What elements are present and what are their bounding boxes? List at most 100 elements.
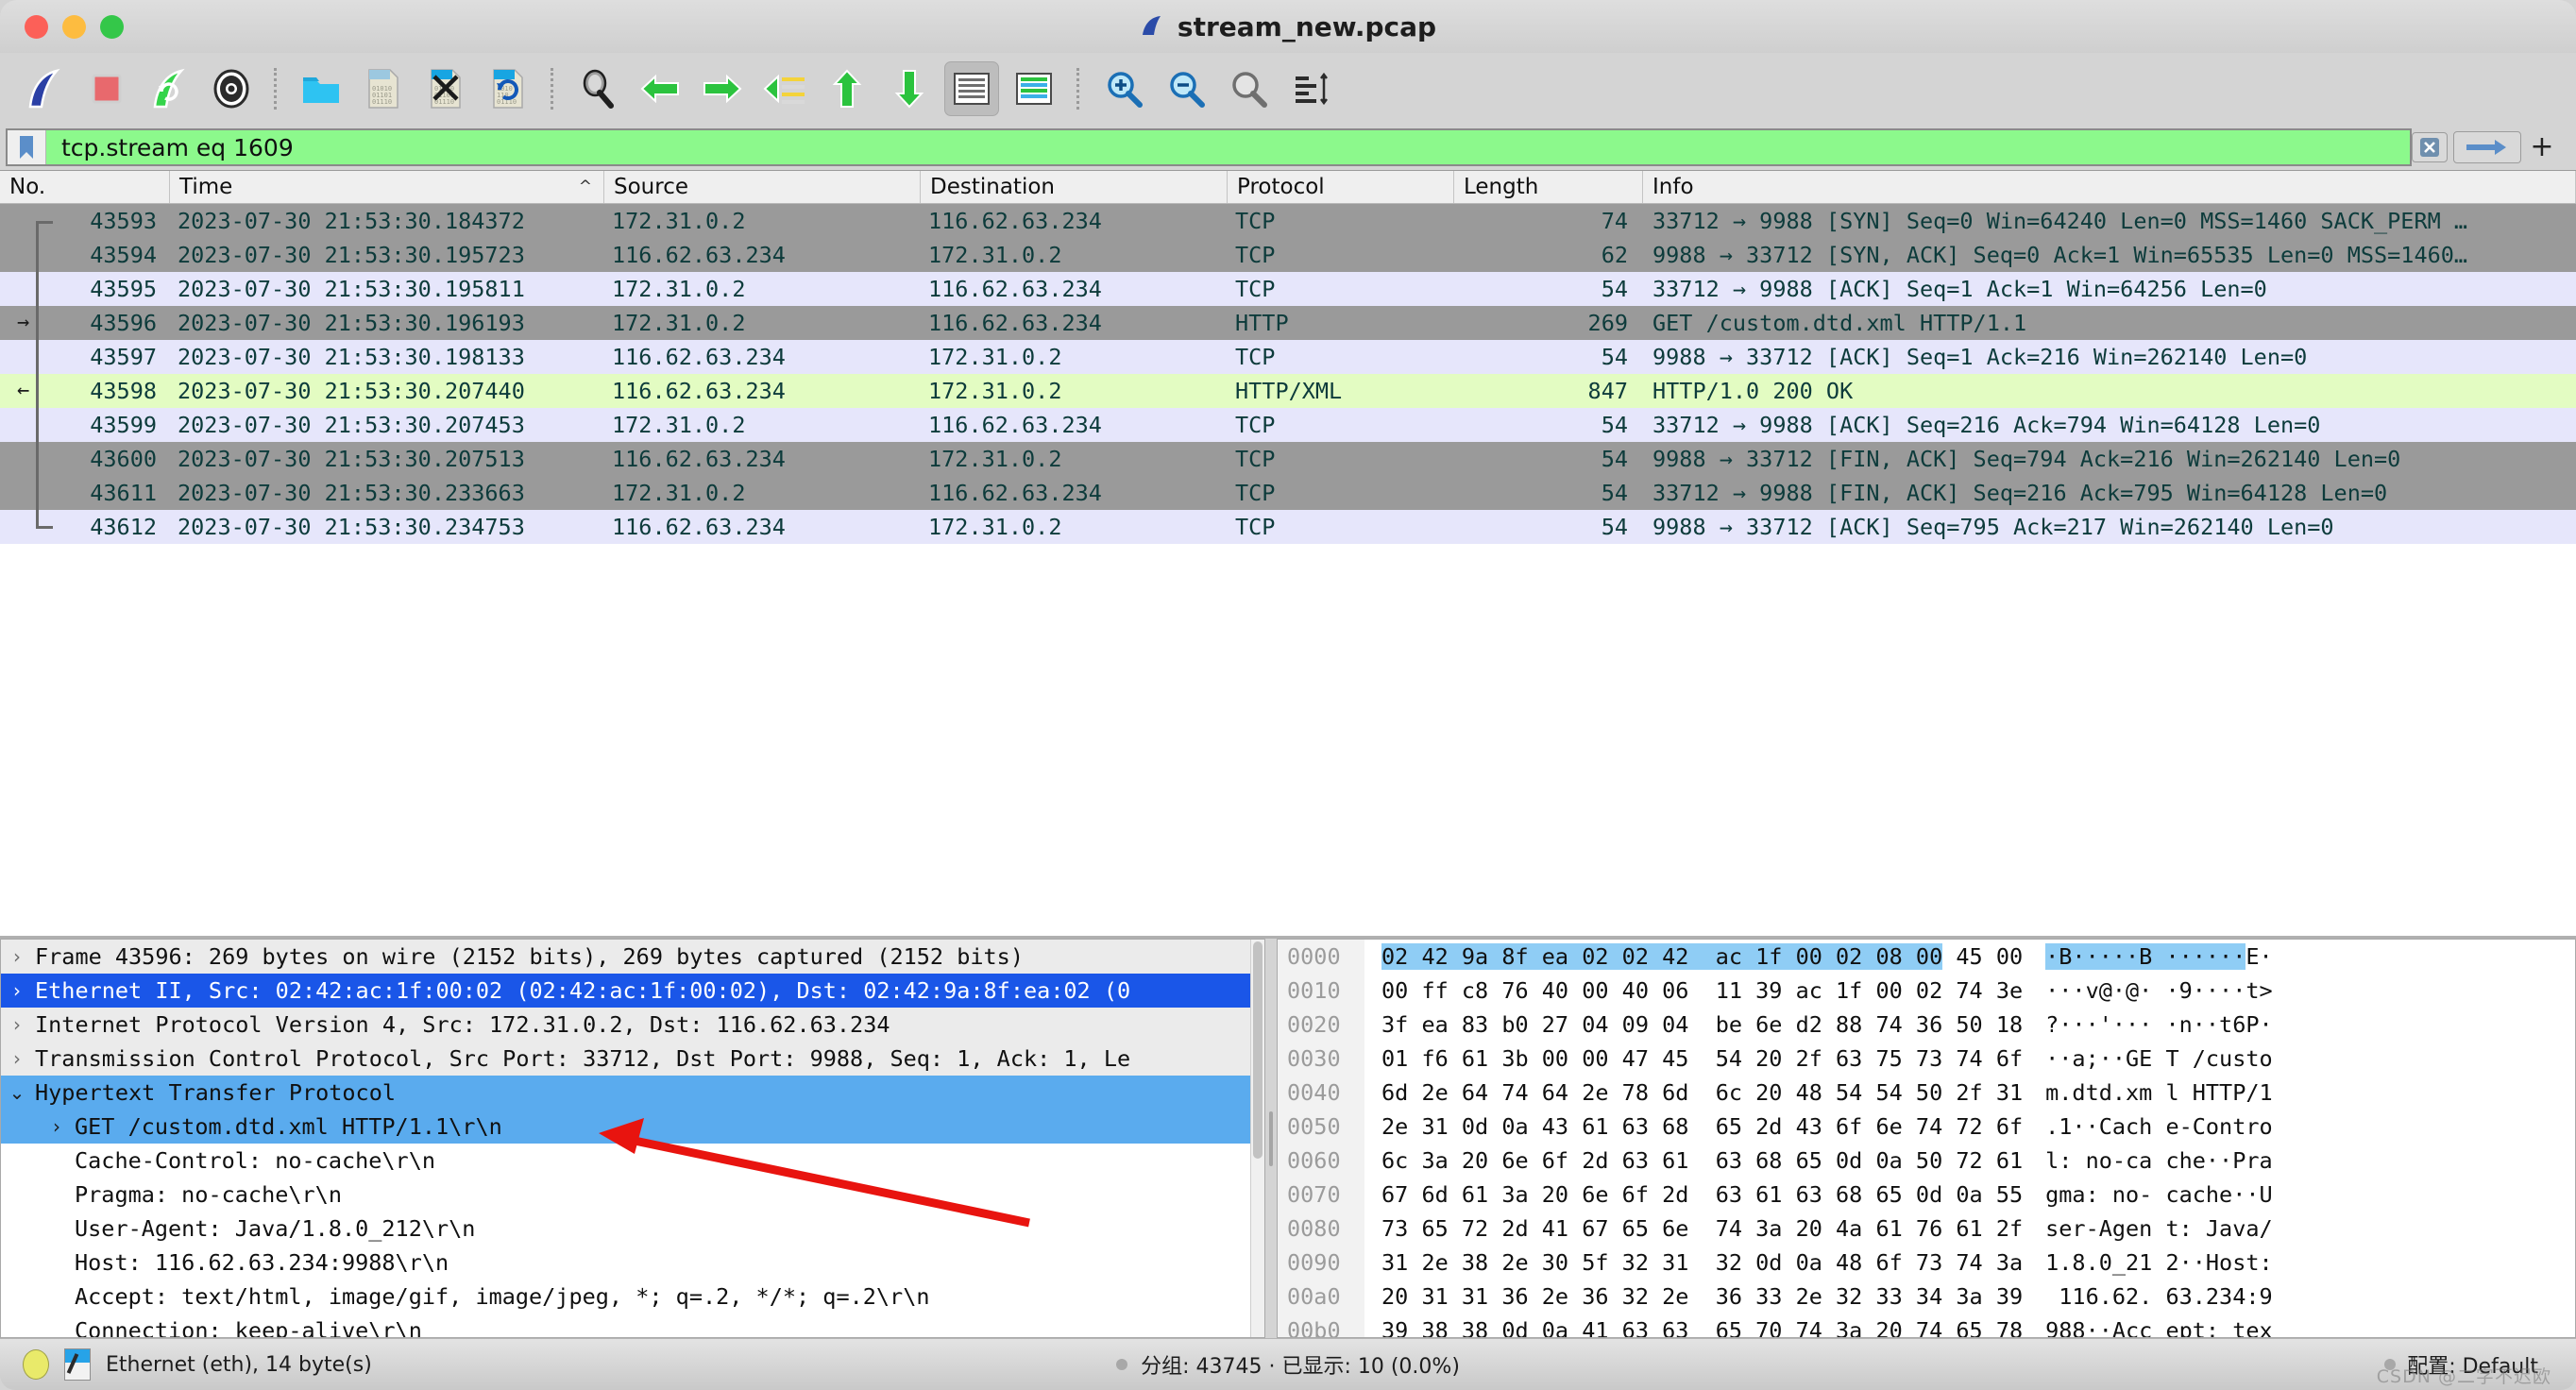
filter-buttons[interactable]: + [2412, 131, 2570, 163]
table-row[interactable]: 43597 2023-07-30 21:53:30.198133 116.62.63… [0, 340, 2576, 374]
detail-tree-item[interactable]: Connection: keep-alive\r\n [1, 1314, 1264, 1337]
expert-info-icon[interactable] [23, 1349, 49, 1380]
hex-dump-row[interactable]: 0080 73 65 72 2d 41 67 65 6e 74 3a 20 4a … [1278, 1212, 2575, 1246]
detail-tree-item[interactable]: › Transmission Control Protocol, Src Port… [1, 1042, 1264, 1076]
chevron-right-icon[interactable]: › [1, 940, 33, 974]
detail-tree-item[interactable]: › GET /custom.dtd.xml HTTP/1.1\r\n [1, 1110, 1264, 1144]
column-header-time[interactable]: Time ^ [170, 171, 604, 203]
detail-scrollbar-thumb[interactable] [1253, 941, 1263, 1159]
packet-list-pane[interactable]: No. Time ^ Source Destination Protocol Le… [0, 170, 2576, 936]
table-row[interactable]: 43596 2023-07-30 21:53:30.196193 172.31.0.… [0, 306, 2576, 340]
zoom-reset-button[interactable] [1217, 59, 1280, 118]
chevron-right-icon[interactable]: › [41, 1110, 73, 1144]
cell-src: 172.31.0.2 [612, 412, 746, 438]
splitter-grip[interactable] [1269, 1110, 1273, 1166]
chevron-right-icon[interactable]: › [1, 974, 33, 1008]
close-file-button[interactable]: 01010 01101 01110 [415, 59, 477, 118]
minimize-button[interactable] [62, 14, 86, 39]
zoom-button[interactable] [100, 14, 124, 39]
display-filter-bar[interactable]: tcp.stream eq 1609 + [0, 125, 2576, 170]
go-to-packet-button[interactable] [754, 59, 816, 118]
packet-details-pane[interactable]: › Frame 43596: 269 bytes on wire (2152 bi… [0, 939, 1265, 1338]
table-row[interactable]: 43593 2023-07-30 21:53:30.184372 172.31.0.… [0, 204, 2576, 238]
table-row[interactable]: 43595 2023-07-30 21:53:30.195811 172.31.0.… [0, 272, 2576, 306]
table-row[interactable]: 43594 2023-07-30 21:53:30.195723 116.62.63… [0, 238, 2576, 272]
open-file-button[interactable] [290, 59, 352, 118]
chevron-right-icon[interactable]: › [1, 1008, 33, 1042]
table-row[interactable]: 43611 2023-07-30 21:53:30.233663 172.31.0.… [0, 476, 2576, 510]
hex-dump-row[interactable]: 0060 6c 3a 20 6e 6f 2d 63 61 63 68 65 0d … [1278, 1144, 2575, 1178]
detail-tree-item[interactable]: › Ethernet II, Src: 02:42:ac:1f:00:02 (02… [1, 974, 1264, 1008]
packet-list-rows[interactable]: 43593 2023-07-30 21:53:30.184372 172.31.0.… [0, 204, 2576, 936]
hex-dump-row[interactable]: 0000 02 42 9a 8f ea 02 02 42 ac 1f 00 02 … [1278, 940, 2575, 974]
column-header-length[interactable]: Length [1454, 171, 1643, 203]
main-toolbar[interactable]: 01010 01101 01110 01010 01101 01110 1010… [0, 53, 2576, 125]
go-to-first-button[interactable] [816, 59, 878, 118]
clear-filter-button[interactable] [2412, 132, 2448, 162]
column-header-protocol[interactable]: Protocol [1228, 171, 1454, 203]
zoom-out-button[interactable] [1155, 59, 1217, 118]
hex-dump-row[interactable]: 0030 01 f6 61 3b 00 00 47 45 54 20 2f 63 … [1278, 1042, 2575, 1076]
detail-tree-item[interactable]: › Internet Protocol Version 4, Src: 172.3… [1, 1008, 1264, 1042]
start-capture-button[interactable] [13, 59, 76, 118]
window-controls[interactable] [25, 14, 124, 39]
toolbar-separator [274, 68, 279, 110]
hex-offset: 0000 [1278, 940, 1364, 974]
cell-dst: 172.31.0.2 [928, 378, 1062, 404]
find-packet-button[interactable] [567, 59, 629, 118]
filter-input-wrapper[interactable]: tcp.stream eq 1609 [6, 128, 2412, 166]
reload-file-button[interactable]: 1010 110 01110 [477, 59, 539, 118]
packet-list-header[interactable]: No. Time ^ Source Destination Protocol Le… [0, 171, 2576, 204]
capture-file-properties-icon[interactable] [64, 1348, 91, 1381]
go-back-button[interactable] [629, 59, 691, 118]
detail-tree-item[interactable]: Host: 116.62.63.234:9988\r\n [1, 1246, 1264, 1280]
hex-dump-row[interactable]: 0040 6d 2e 64 74 64 2e 78 6d 6c 20 48 54 … [1278, 1076, 2575, 1110]
table-row[interactable]: 43599 2023-07-30 21:53:30.207453 172.31.0.… [0, 408, 2576, 442]
column-header-source[interactable]: Source [604, 171, 921, 203]
detail-tree-item[interactable]: ⌄ Hypertext Transfer Protocol [1, 1076, 1264, 1110]
zoom-in-button[interactable] [1093, 59, 1155, 118]
hex-dump-row[interactable]: 00b0 39 38 38 0d 0a 41 63 63 65 70 74 3a … [1278, 1314, 2575, 1337]
packet-detail-tree[interactable]: › Frame 43596: 269 bytes on wire (2152 bi… [1, 940, 1264, 1337]
go-forward-button[interactable] [691, 59, 754, 118]
detail-tree-item[interactable]: User-Agent: Java/1.8.0_212\r\n [1, 1212, 1264, 1246]
save-file-button[interactable]: 01010 01101 01110 [352, 59, 415, 118]
stop-capture-button[interactable] [76, 59, 138, 118]
colorize-button[interactable] [1003, 59, 1065, 118]
detail-scrollbar[interactable] [1250, 940, 1264, 1337]
cell-src: 172.31.0.2 [612, 208, 746, 234]
chevron-down-icon[interactable]: ⌄ [1, 1076, 33, 1110]
hex-dump-row[interactable]: 0070 67 6d 61 3a 20 6e 6f 2d 63 61 63 68 … [1278, 1178, 2575, 1212]
svg-text:01110: 01110 [434, 98, 454, 106]
packet-bytes-pane[interactable]: 0000 02 42 9a 8f ea 02 02 42 ac 1f 00 02 … [1277, 939, 2576, 1338]
restart-capture-button[interactable] [138, 59, 200, 118]
search-input[interactable]: tcp.stream eq 1609 [46, 134, 2410, 161]
bookmark-icon[interactable] [8, 130, 46, 164]
hex-dump[interactable]: 0000 02 42 9a 8f ea 02 02 42 ac 1f 00 02 … [1278, 940, 2575, 1337]
apply-filter-button[interactable] [2453, 131, 2521, 163]
hex-dump-row[interactable]: 0050 2e 31 0d 0a 43 61 63 68 65 2d 43 6f … [1278, 1110, 2575, 1144]
hex-dump-row[interactable]: 0010 00 ff c8 76 40 00 40 06 11 39 ac 1f … [1278, 974, 2575, 1008]
chevron-right-icon[interactable]: › [1, 1042, 33, 1076]
capture-options-button[interactable] [200, 59, 263, 118]
detail-tree-item[interactable]: Pragma: no-cache\r\n [1, 1178, 1264, 1212]
pane-splitter[interactable] [1265, 939, 1277, 1338]
table-row[interactable]: 43612 2023-07-30 21:53:30.234753 116.62.63… [0, 510, 2576, 544]
auto-scroll-button[interactable] [941, 59, 1003, 118]
column-header-no[interactable]: No. [0, 171, 170, 203]
detail-tree-item[interactable]: › Frame 43596: 269 bytes on wire (2152 bi… [1, 940, 1264, 974]
column-header-destination[interactable]: Destination [921, 171, 1228, 203]
hex-dump-row[interactable]: 0090 31 2e 38 2e 30 5f 32 31 32 0d 0a 48 … [1278, 1246, 2575, 1280]
resize-columns-button[interactable] [1280, 59, 1342, 118]
add-filter-button[interactable]: + [2521, 133, 2563, 161]
go-to-last-button[interactable] [878, 59, 941, 118]
hex-dump-row[interactable]: 0020 3f ea 83 b0 27 04 09 04 be 6e d2 88 … [1278, 1008, 2575, 1042]
table-row[interactable]: 43600 2023-07-30 21:53:30.207513 116.62.63… [0, 442, 2576, 476]
table-row[interactable]: 43598 2023-07-30 21:53:30.207440 116.62.63… [0, 374, 2576, 408]
detail-tree-item[interactable]: Accept: text/html, image/gif, image/jpeg… [1, 1280, 1264, 1314]
column-header-info[interactable]: Info [1643, 171, 2576, 203]
close-button[interactable] [25, 14, 48, 39]
detail-tree-item[interactable]: Cache-Control: no-cache\r\n [1, 1144, 1264, 1178]
hex-dump-row[interactable]: 00a0 20 31 31 36 2e 36 32 2e 36 33 2e 32 … [1278, 1280, 2575, 1314]
toolbar-separator-3 [1076, 68, 1081, 110]
